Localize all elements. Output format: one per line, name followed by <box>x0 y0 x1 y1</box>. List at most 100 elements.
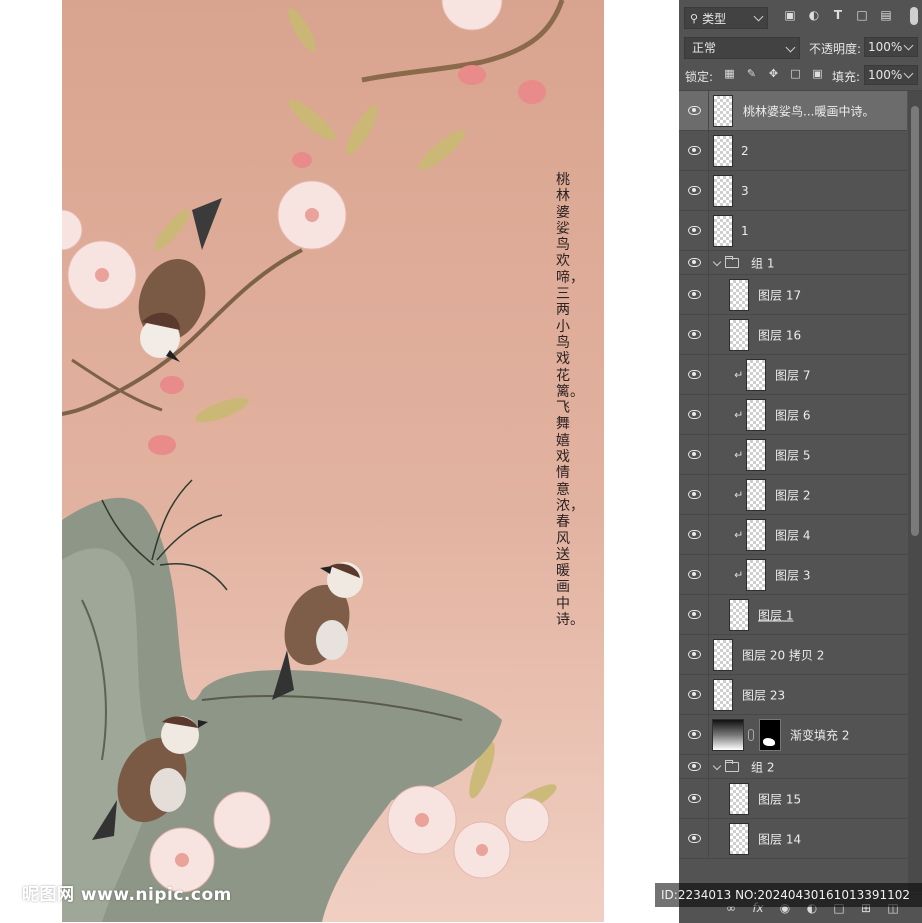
type-filter-icon[interactable]: T <box>831 8 845 22</box>
layer-row[interactable]: 2 <box>679 131 907 171</box>
layer-thumbnail <box>713 135 733 167</box>
layer-name: 3 <box>741 183 749 198</box>
group-name: 组 1 <box>751 256 775 270</box>
eye-icon[interactable] <box>688 257 701 267</box>
clip-arrow-icon: ↵ <box>734 448 744 461</box>
layer-thumbnail <box>746 399 766 431</box>
eye-icon[interactable] <box>688 185 701 195</box>
artwork-canvas: 桃林婆娑鸟欢啼，三两小鸟戏花篱。飞舞嬉戏情意浓，春风送暖画中诗。 <box>62 0 604 922</box>
image-id-overlay: ID:2234013 NO:20240430161013391102 <box>655 883 922 907</box>
fill-label: 填充: <box>832 70 861 84</box>
eye-icon[interactable] <box>688 729 701 739</box>
eye-icon[interactable] <box>688 529 701 539</box>
eye-icon[interactable] <box>688 609 701 619</box>
lock-label: 锁定: <box>685 70 714 84</box>
lock-image-icon[interactable]: ✎ <box>745 67 758 80</box>
clip-arrow-icon: ↵ <box>734 528 744 541</box>
shape-filter-icon[interactable]: □ <box>855 8 869 22</box>
layer-name: 图层 5 <box>775 448 811 462</box>
layer-kind-filter-select[interactable]: ⚲ 类型 <box>684 7 768 29</box>
eye-icon[interactable] <box>688 225 701 235</box>
eye-icon[interactable] <box>688 289 701 299</box>
layer-thumbnail <box>713 215 733 247</box>
eye-icon[interactable] <box>688 689 701 699</box>
layer-row[interactable]: 桃林婆娑鸟...暖画中诗。 <box>679 91 907 131</box>
layer-row[interactable]: 图层 23 <box>679 675 907 715</box>
layer-row[interactable]: 图层 20 拷贝 2 <box>679 635 907 675</box>
layer-name: 图层 7 <box>775 368 811 382</box>
layer-thumbnail <box>713 95 733 127</box>
chevron-down-icon[interactable] <box>712 761 722 771</box>
layer-thumbnail <box>713 175 733 207</box>
layer-row[interactable]: 图层 17 <box>679 275 907 315</box>
gradient-thumbnail <box>712 719 744 751</box>
eye-icon[interactable] <box>688 329 701 339</box>
layer-row[interactable]: 图层 15 <box>679 779 907 819</box>
scrollbar-thumb[interactable] <box>911 106 919 536</box>
lock-artboard-icon[interactable]: □ <box>789 67 802 80</box>
eye-icon[interactable] <box>688 369 701 379</box>
chevron-down-icon[interactable] <box>712 257 722 267</box>
eye-icon[interactable] <box>688 105 701 115</box>
layer-name: 图层 6 <box>775 408 811 422</box>
layer-row[interactable]: ↵ 图层 7 <box>679 355 907 395</box>
layer-row[interactable]: 图层 16 <box>679 315 907 355</box>
layer-row[interactable]: ↵ 图层 3 <box>679 555 907 595</box>
layer-name: 图层 1 <box>758 608 794 622</box>
layer-filter-icons: ▣ ◐ T □ ▤ <box>783 8 893 22</box>
layer-row[interactable]: 渐变填充 2 <box>679 715 907 755</box>
layer-row[interactable]: 图层 14 <box>679 819 907 859</box>
group-name: 组 2 <box>751 760 775 774</box>
layer-thumbnail <box>729 319 749 351</box>
opacity-input[interactable]: 100% <box>864 37 918 57</box>
link-icon[interactable] <box>748 729 754 741</box>
layer-row[interactable]: ↵ 图层 2 <box>679 475 907 515</box>
layer-thumbnail <box>713 639 733 671</box>
layer-thumbnail <box>746 559 766 591</box>
layer-row[interactable]: ↵ 图层 5 <box>679 435 907 475</box>
layer-name: 图层 4 <box>775 528 811 542</box>
image-filter-icon[interactable]: ▣ <box>783 8 797 22</box>
kind-filter-label: 类型 <box>702 11 727 26</box>
layer-thumbnail <box>746 479 766 511</box>
layer-name: 图层 16 <box>758 328 802 342</box>
eye-icon[interactable] <box>688 409 701 419</box>
layer-thumbnail <box>729 599 749 631</box>
layer-row[interactable]: 3 <box>679 171 907 211</box>
lock-position-icon[interactable]: ✥ <box>767 67 780 80</box>
blend-mode-select[interactable]: 正常 <box>684 37 800 59</box>
layer-row[interactable]: ↵ 图层 6 <box>679 395 907 435</box>
eye-icon[interactable] <box>688 793 701 803</box>
layer-row[interactable]: 1 <box>679 211 907 251</box>
eye-icon[interactable] <box>688 761 701 771</box>
smart-object-filter-icon[interactable]: ▤ <box>879 8 893 22</box>
eye-icon[interactable] <box>688 489 701 499</box>
lock-transparent-icon[interactable]: ▦ <box>723 67 736 80</box>
opacity-value: 100% <box>868 40 903 54</box>
artwork-illustration <box>62 0 565 922</box>
layers-scrollbar[interactable] <box>908 91 922 891</box>
clip-arrow-icon: ↵ <box>734 408 744 421</box>
folder-icon <box>725 760 739 772</box>
chevron-down-icon <box>753 11 764 22</box>
layer-row[interactable]: ↵ 图层 4 <box>679 515 907 555</box>
layer-name: 图层 2 <box>775 488 811 502</box>
adjustment-filter-icon[interactable]: ◐ <box>807 8 821 22</box>
group-row[interactable]: 组 2 <box>679 755 907 779</box>
eye-icon[interactable] <box>688 649 701 659</box>
eye-icon[interactable] <box>688 145 701 155</box>
eye-icon[interactable] <box>688 833 701 843</box>
layer-name: 图层 20 拷贝 2 <box>742 648 825 662</box>
mask-thumbnail <box>759 719 781 751</box>
lock-all-icon[interactable]: ▣ <box>811 67 824 80</box>
layer-thumbnail <box>729 279 749 311</box>
layer-name: 图层 3 <box>775 568 811 582</box>
layer-name: 渐变填充 2 <box>790 728 850 742</box>
group-row[interactable]: 组 1 <box>679 251 907 275</box>
fill-input[interactable]: 100% <box>864 65 918 85</box>
layer-row[interactable]: 图层 1 <box>679 595 907 635</box>
filter-toggle[interactable] <box>910 7 918 25</box>
eye-icon[interactable] <box>688 449 701 459</box>
eye-icon[interactable] <box>688 569 701 579</box>
layers-panel: ⚲ 类型 ▣ ◐ T □ ▤ 正常 不透明度: 100% 锁定: ▦ ✎ ✥ □… <box>679 0 922 923</box>
